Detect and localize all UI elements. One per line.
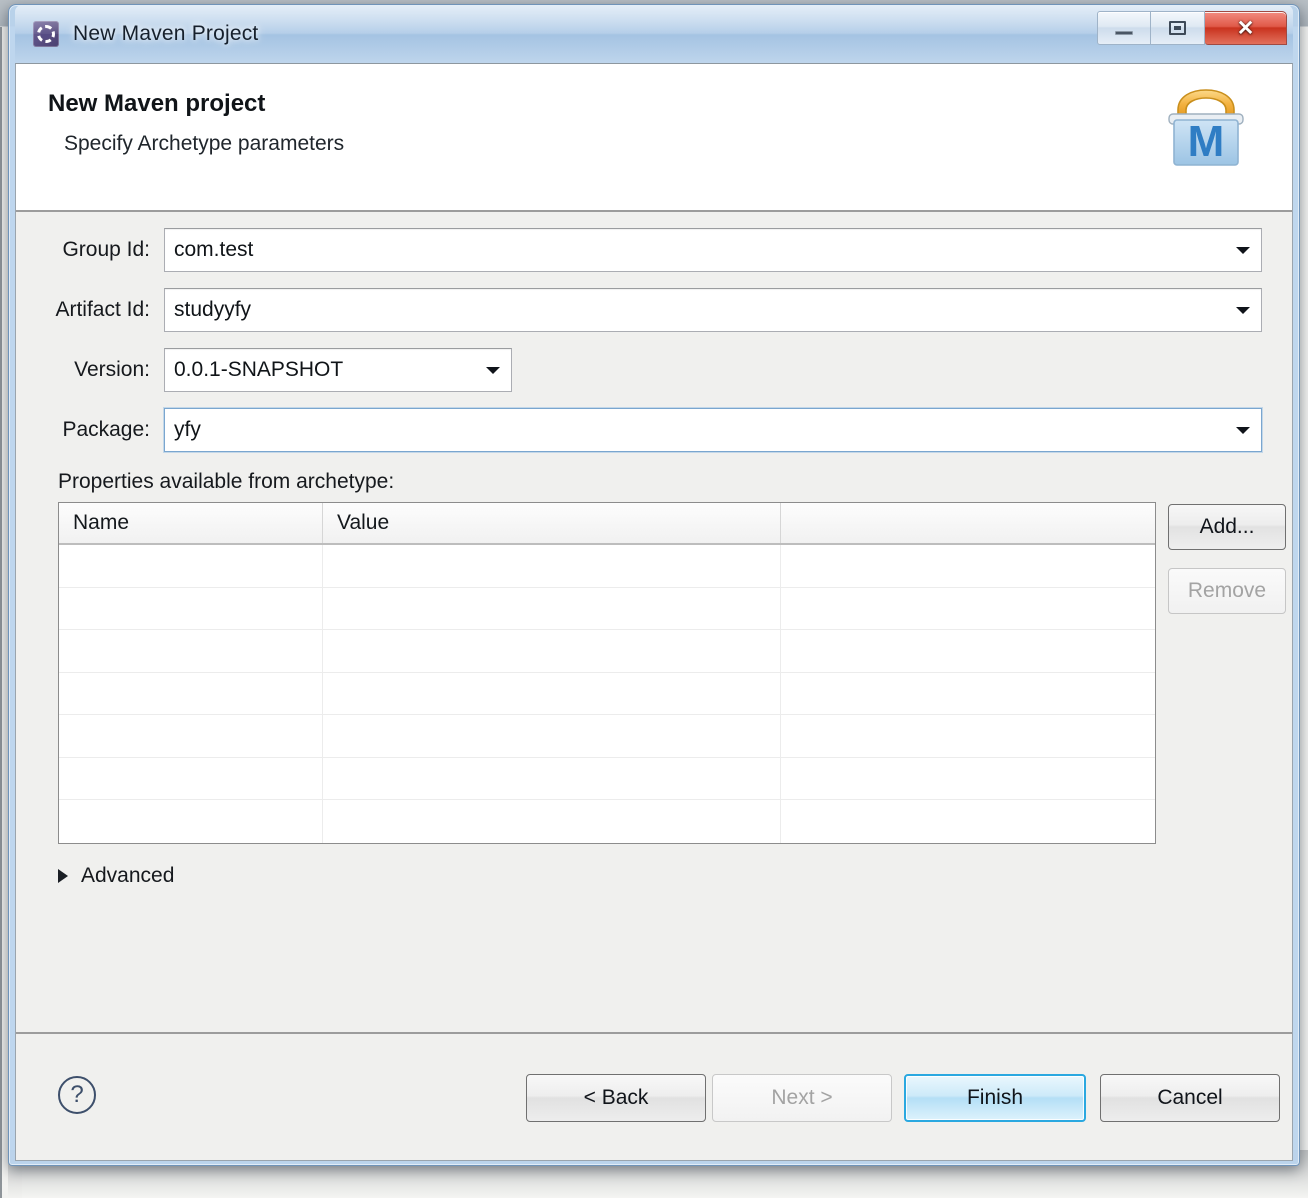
close-button[interactable]: ✕	[1205, 11, 1287, 45]
dialog-header: New Maven project Specify Archetype para…	[16, 64, 1292, 212]
new-maven-project-dialog: New Maven Project ✕ New Maven project Sp…	[8, 4, 1300, 1166]
page-subtitle: Specify Archetype parameters	[64, 132, 345, 155]
table-cell[interactable]	[781, 545, 1155, 587]
table-cell[interactable]	[781, 630, 1155, 672]
dialog-button-bar: ? < Back Next > Finish Cancel	[16, 1032, 1292, 1160]
field-row-group-id: Group Id: com.test	[16, 228, 1292, 272]
add-property-button[interactable]: Add...	[1168, 504, 1286, 550]
table-cell[interactable]	[59, 587, 323, 629]
group-id-value: com.test	[174, 238, 254, 261]
svg-text:M: M	[1188, 117, 1225, 166]
table-row[interactable]	[59, 672, 1155, 715]
chevron-down-icon[interactable]	[1236, 307, 1250, 314]
help-icon[interactable]: ?	[58, 1076, 96, 1114]
finish-button[interactable]: Finish	[904, 1074, 1086, 1122]
restore-icon	[1169, 21, 1186, 35]
table-row[interactable]	[59, 800, 1155, 843]
version-label: Version:	[74, 358, 150, 381]
group-id-combo[interactable]: com.test	[164, 228, 1262, 272]
close-icon: ✕	[1236, 16, 1255, 40]
advanced-label: Advanced	[81, 864, 175, 887]
package-value: yfy	[174, 418, 201, 441]
cancel-button[interactable]: Cancel	[1100, 1074, 1280, 1122]
remove-property-button[interactable]: Remove	[1168, 568, 1286, 614]
table-cell[interactable]	[323, 672, 781, 714]
maven-gear-icon	[33, 21, 59, 47]
minimize-icon	[1115, 31, 1133, 35]
dialog-content: Group Id: com.test Artifact Id: studyyfy…	[16, 212, 1292, 1032]
column-header-name[interactable]: Name	[59, 503, 323, 543]
table-cell[interactable]	[781, 800, 1155, 843]
table-row[interactable]	[59, 587, 1155, 630]
dialog-client-area: New Maven project Specify Archetype para…	[15, 63, 1293, 1161]
package-combo[interactable]: yfy	[164, 408, 1262, 452]
table-cell[interactable]	[323, 757, 781, 799]
page-title: New Maven project	[48, 90, 266, 117]
table-cell[interactable]	[323, 587, 781, 629]
table-cell[interactable]	[323, 800, 781, 843]
maven-folder-m-icon: M	[1168, 89, 1244, 166]
column-header-extra[interactable]	[781, 503, 1155, 543]
table-row[interactable]	[59, 545, 1155, 588]
artifact-id-combo[interactable]: studyyfy	[164, 288, 1262, 332]
restore-button[interactable]	[1151, 11, 1205, 45]
minimize-button[interactable]	[1097, 11, 1151, 45]
table-cell[interactable]	[323, 715, 781, 757]
table-row[interactable]	[59, 757, 1155, 800]
table-row[interactable]	[59, 715, 1155, 758]
properties-label: Properties available from archetype:	[58, 470, 395, 493]
chevron-right-icon	[58, 869, 68, 883]
table-cell[interactable]	[781, 715, 1155, 757]
table-header-row: Name Value	[59, 503, 1155, 545]
column-header-value[interactable]: Value	[323, 503, 781, 543]
table-cell[interactable]	[323, 545, 781, 587]
package-label: Package:	[62, 418, 150, 441]
table-cell[interactable]	[59, 715, 323, 757]
table-row[interactable]	[59, 630, 1155, 673]
back-button[interactable]: < Back	[526, 1074, 706, 1122]
table-cell[interactable]	[59, 672, 323, 714]
version-value: 0.0.1-SNAPSHOT	[174, 358, 344, 381]
artifact-id-value: studyyfy	[174, 298, 252, 321]
table-cell[interactable]	[781, 673, 1155, 715]
window-title: New Maven Project	[73, 22, 259, 45]
advanced-expander[interactable]: Advanced	[58, 864, 174, 888]
table-cell[interactable]	[781, 588, 1155, 630]
table-cell[interactable]	[59, 800, 323, 843]
group-id-label: Group Id:	[62, 238, 150, 261]
field-row-package: Package: yfy	[16, 408, 1292, 452]
field-row-artifact-id: Artifact Id: studyyfy	[16, 288, 1292, 332]
table-body	[59, 545, 1155, 843]
title-bar[interactable]: New Maven Project ✕	[15, 5, 1293, 63]
properties-table[interactable]: Name Value	[58, 502, 1156, 844]
chevron-down-icon[interactable]	[486, 367, 500, 374]
table-cell[interactable]	[323, 630, 781, 672]
artifact-id-label: Artifact Id:	[55, 298, 150, 321]
field-row-version: Version: 0.0.1-SNAPSHOT	[16, 348, 1292, 392]
table-cell[interactable]	[59, 757, 323, 799]
chevron-down-icon[interactable]	[1236, 247, 1250, 254]
table-cell[interactable]	[781, 758, 1155, 800]
version-combo[interactable]: 0.0.1-SNAPSHOT	[164, 348, 512, 392]
next-button[interactable]: Next >	[712, 1074, 892, 1122]
table-cell[interactable]	[59, 630, 323, 672]
table-cell[interactable]	[59, 545, 323, 587]
chevron-down-icon[interactable]	[1236, 427, 1250, 434]
window-controls: ✕	[1097, 11, 1287, 45]
